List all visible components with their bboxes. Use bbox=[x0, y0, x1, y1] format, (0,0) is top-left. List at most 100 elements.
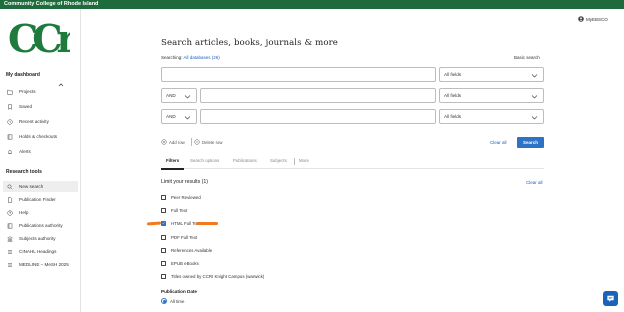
sidebar-item-label: Publication Finder bbox=[19, 197, 56, 202]
help-icon bbox=[7, 209, 13, 216]
sidebar: CCri My dashboard Projects Saved Recent … bbox=[0, 9, 81, 312]
checkbox[interactable] bbox=[161, 260, 166, 266]
field-select-value: All fields bbox=[444, 93, 462, 98]
limit-full-text[interactable]: Full Text bbox=[161, 206, 361, 214]
limit-epub-ebooks[interactable]: EPUB eBooks bbox=[161, 259, 361, 267]
limit-label: Titles owned by CCRI Knight Campus (warw… bbox=[171, 273, 265, 279]
checkbox-checked[interactable] bbox=[161, 220, 166, 226]
clear-all-search-button[interactable]: Clear all bbox=[490, 140, 507, 145]
list-icon bbox=[7, 249, 13, 255]
sidebar-item-label: Projects bbox=[19, 89, 36, 94]
options-tabs: Filters Search options Publications Subj… bbox=[161, 154, 544, 169]
searching-label: Searching: bbox=[161, 55, 183, 60]
limit-label: References Available bbox=[171, 247, 213, 253]
limit-peer-reviewed[interactable]: Peer Reviewed bbox=[161, 193, 361, 201]
operator-select-2[interactable]: AND bbox=[161, 88, 197, 103]
chevron-down-icon bbox=[184, 93, 191, 100]
radio-label: All time bbox=[170, 298, 185, 304]
chat-button[interactable] bbox=[603, 291, 618, 306]
checkbox[interactable] bbox=[161, 207, 166, 213]
publication-date-heading: Publication Date bbox=[161, 289, 197, 294]
sidebar-item-label: New search bbox=[19, 184, 44, 189]
limit-label: EPUB eBooks bbox=[171, 260, 199, 266]
tab-search-options[interactable]: Search options bbox=[190, 158, 219, 163]
sidebar-item-publications-authority[interactable]: Publications authority bbox=[3, 220, 78, 231]
limit-results-heading: Limit your results (1) bbox=[161, 179, 208, 185]
checkmark-icon bbox=[162, 222, 165, 225]
search-input-1[interactable] bbox=[161, 67, 436, 82]
chevron-down-icon bbox=[531, 72, 538, 79]
sidebar-item-publication-finder[interactable]: Publication Finder bbox=[3, 194, 78, 205]
field-select-2[interactable]: All fields bbox=[439, 88, 544, 103]
building-icon bbox=[7, 235, 13, 242]
clear-all-limits-button[interactable]: Clear all bbox=[526, 180, 543, 185]
ccri-logo[interactable]: CCri bbox=[8, 20, 70, 58]
minus-circle-icon bbox=[194, 139, 200, 145]
sidebar-tools-heading: Research tools bbox=[6, 169, 42, 175]
search-input-3[interactable] bbox=[200, 109, 436, 124]
add-row-label: Add row bbox=[169, 139, 185, 145]
chevron-down-icon bbox=[531, 114, 538, 121]
sidebar-item-cinahl-headings[interactable]: CINAHL Headings bbox=[3, 246, 78, 257]
tab-publications[interactable]: Publications bbox=[233, 158, 257, 163]
sidebar-item-holds-checkouts[interactable]: Holds & checkouts bbox=[3, 131, 78, 142]
sidebar-item-projects[interactable]: Projects bbox=[3, 86, 78, 97]
publication-date-all-time[interactable]: All time bbox=[161, 298, 184, 304]
active-tab-indicator bbox=[161, 168, 184, 170]
limit-label: PDF Full Text bbox=[171, 234, 198, 240]
limit-label: Peer Reviewed bbox=[171, 194, 201, 200]
plus-circle-icon bbox=[161, 139, 167, 145]
operator-select-3[interactable]: AND bbox=[161, 109, 197, 124]
list-icon bbox=[7, 262, 13, 268]
add-row-button[interactable]: Add row bbox=[161, 139, 185, 145]
bookmark-icon bbox=[7, 103, 13, 110]
annotation-marker bbox=[146, 221, 162, 226]
delete-row-button[interactable]: Delete row bbox=[194, 139, 223, 145]
basic-search-link[interactable]: Basic search bbox=[514, 55, 540, 60]
sidebar-item-new-search[interactable]: New search bbox=[3, 181, 78, 192]
sidebar-item-recent-activity[interactable]: Recent activity bbox=[3, 116, 78, 127]
sidebar-item-alerts[interactable]: Alerts bbox=[3, 146, 78, 157]
sidebar-item-label: Help bbox=[19, 210, 29, 215]
book-icon bbox=[7, 223, 13, 229]
bell-icon bbox=[7, 149, 13, 155]
sidebar-item-label: Recent activity bbox=[19, 119, 49, 124]
limit-html-full-text[interactable]: HTML Full Text bbox=[161, 219, 361, 227]
limit-references-available[interactable]: References Available bbox=[161, 246, 361, 254]
annotation-marker bbox=[196, 222, 218, 225]
sidebar-item-medline-mesh[interactable]: MEDLINE – MeSH 2025 bbox=[3, 259, 78, 270]
field-select-3[interactable]: All fields bbox=[439, 109, 544, 124]
search-input-2[interactable] bbox=[200, 88, 436, 103]
limit-pdf-full-text[interactable]: PDF Full Text bbox=[161, 233, 361, 241]
tab-more[interactable]: More bbox=[299, 158, 309, 163]
search-button[interactable]: Search bbox=[517, 137, 544, 148]
radio-selected[interactable] bbox=[161, 298, 167, 304]
history-icon bbox=[7, 118, 13, 125]
document-icon bbox=[7, 196, 13, 203]
chevron-down-icon bbox=[184, 114, 191, 121]
sidebar-dashboard-heading: My dashboard bbox=[6, 72, 40, 78]
myebsco-button[interactable]: MyEBSCO bbox=[578, 16, 608, 22]
tab-subjects[interactable]: Subjects bbox=[270, 158, 287, 163]
sidebar-item-subjects-authority[interactable]: Subjects authority bbox=[3, 233, 78, 244]
divider bbox=[191, 138, 192, 146]
sidebar-item-help[interactable]: Help bbox=[3, 207, 78, 218]
sidebar-item-saved[interactable]: Saved bbox=[3, 101, 78, 112]
sidebar-item-label: CINAHL Headings bbox=[19, 249, 57, 254]
limit-titles-owned[interactable]: Titles owned by CCRI Knight Campus (warw… bbox=[161, 272, 361, 280]
tab-filters[interactable]: Filters bbox=[166, 158, 179, 163]
searching-info: Searching: All databases (26) bbox=[161, 55, 220, 60]
database-selector-link[interactable]: All databases (26) bbox=[184, 55, 220, 60]
search-icon bbox=[7, 184, 13, 190]
checkbox[interactable] bbox=[161, 247, 166, 253]
checkbox[interactable] bbox=[161, 273, 166, 279]
top-banner: Community College of Rhode Island bbox=[0, 0, 624, 9]
field-select-1[interactable]: All fields bbox=[439, 67, 544, 82]
limit-label: Full Text bbox=[171, 207, 188, 213]
sidebar-item-label: Holds & checkouts bbox=[19, 134, 58, 139]
page-title: Search articles, books, journals & more bbox=[161, 38, 338, 48]
book-icon bbox=[7, 134, 13, 140]
checkbox[interactable] bbox=[161, 194, 166, 200]
checkbox[interactable] bbox=[161, 234, 166, 240]
chevron-down-icon bbox=[531, 93, 538, 100]
